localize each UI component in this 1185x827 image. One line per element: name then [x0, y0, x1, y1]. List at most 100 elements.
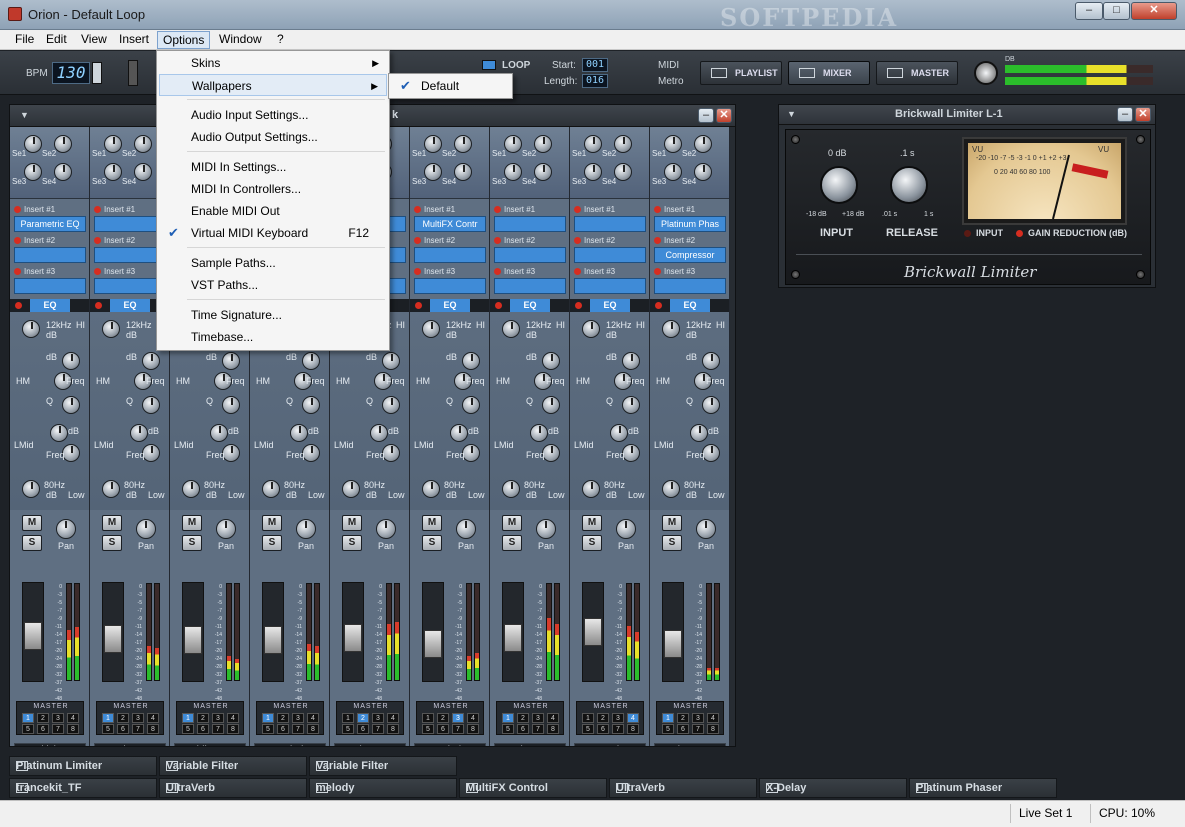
fader-cap[interactable] — [424, 630, 442, 658]
eq-power-icon[interactable] — [415, 302, 422, 309]
solo-button[interactable]: S — [582, 535, 602, 551]
eq-knob[interactable] — [462, 352, 480, 370]
insert-power-icon[interactable] — [654, 206, 661, 213]
plugin-strip[interactable]: Platinum Limiter — [9, 756, 157, 776]
mute-button[interactable]: M — [342, 515, 362, 531]
restore-icon[interactable] — [316, 783, 328, 793]
eq-knob[interactable] — [182, 480, 200, 498]
eq-knob[interactable] — [370, 424, 388, 442]
insert-power-icon[interactable] — [14, 237, 21, 244]
eq-knob[interactable] — [502, 320, 520, 338]
eq-knob[interactable] — [290, 424, 308, 442]
menu-item-midi-in[interactable]: MIDI In Settings... — [159, 156, 387, 178]
send-knob[interactable] — [694, 163, 712, 181]
plugin-strip[interactable]: trancekit_TF — [9, 778, 157, 798]
insert-power-icon[interactable] — [14, 206, 21, 213]
fader-cap[interactable] — [664, 630, 682, 658]
insert-plugin-field[interactable] — [574, 216, 646, 232]
limiter-minimize-button[interactable]: – — [1117, 107, 1133, 122]
plugin-strip[interactable]: UltraVerb — [609, 778, 757, 798]
solo-button[interactable]: S — [102, 535, 122, 551]
routing-button-8[interactable]: 8 — [547, 724, 559, 734]
insert-plugin-field[interactable]: Parametric EQ — [14, 216, 86, 232]
routing-button-4[interactable]: 4 — [547, 713, 559, 723]
routing-button-4[interactable]: 4 — [387, 713, 399, 723]
routing-button-5[interactable]: 5 — [502, 724, 514, 734]
routing-button-8[interactable]: 8 — [147, 724, 159, 734]
routing-button-7[interactable]: 7 — [212, 724, 224, 734]
routing-button-1[interactable]: 1 — [422, 713, 434, 723]
routing-button-5[interactable]: 5 — [662, 724, 674, 734]
routing-button-7[interactable]: 7 — [452, 724, 464, 734]
menu-edit[interactable]: Edit — [41, 31, 72, 49]
start-display[interactable]: 001 — [582, 58, 608, 72]
eq-knob[interactable] — [582, 480, 600, 498]
eq-knob[interactable] — [142, 444, 160, 462]
pan-knob[interactable] — [696, 519, 716, 539]
solo-button[interactable]: S — [502, 535, 522, 551]
routing-button-8[interactable]: 8 — [467, 724, 479, 734]
send-knob[interactable] — [24, 163, 42, 181]
pan-knob[interactable] — [456, 519, 476, 539]
eq-knob[interactable] — [262, 480, 280, 498]
eq-knob[interactable] — [422, 320, 440, 338]
routing-button-1[interactable]: 1 — [22, 713, 34, 723]
eq-knob[interactable] — [622, 352, 640, 370]
menu-item-sample-paths[interactable]: Sample Paths... — [159, 252, 387, 274]
routing-button-4[interactable]: 4 — [307, 713, 319, 723]
pan-knob[interactable] — [56, 519, 76, 539]
mute-button[interactable]: M — [582, 515, 602, 531]
volume-fader[interactable] — [662, 582, 684, 682]
menu-help[interactable]: ? — [272, 31, 289, 49]
menu-item-midi-controllers[interactable]: MIDI In Controllers... — [159, 178, 387, 200]
insert-power-icon[interactable] — [494, 206, 501, 213]
plugin-strip[interactable]: Variable Filter — [159, 756, 307, 776]
routing-button-7[interactable]: 7 — [52, 724, 64, 734]
send-knob[interactable] — [454, 163, 472, 181]
routing-button-7[interactable]: 7 — [292, 724, 304, 734]
routing-button-1[interactable]: 1 — [662, 713, 674, 723]
eq-knob[interactable] — [130, 424, 148, 442]
eq-knob[interactable] — [462, 444, 480, 462]
routing-button-4[interactable]: 4 — [627, 713, 639, 723]
mute-button[interactable]: M — [22, 515, 42, 531]
channel-name[interactable]: hihats — [174, 743, 246, 746]
eq-power-icon[interactable] — [495, 302, 502, 309]
mute-button[interactable]: M — [502, 515, 522, 531]
routing-button-2[interactable]: 2 — [277, 713, 289, 723]
routing-button-2[interactable]: 2 — [37, 713, 49, 723]
eq-knob[interactable] — [222, 352, 240, 370]
send-knob[interactable] — [694, 135, 712, 153]
insert-plugin-field[interactable]: Platinum Phas — [654, 216, 726, 232]
restore-icon[interactable] — [466, 783, 478, 793]
routing-button-5[interactable]: 5 — [422, 724, 434, 734]
solo-button[interactable]: S — [182, 535, 202, 551]
send-knob[interactable] — [104, 163, 122, 181]
mute-button[interactable]: M — [262, 515, 282, 531]
master-button[interactable]: MASTER — [876, 61, 958, 85]
volume-fader[interactable] — [502, 582, 524, 682]
send-knob[interactable] — [104, 135, 122, 153]
insert-plugin-field[interactable] — [414, 247, 486, 263]
routing-button-1[interactable]: 1 — [102, 713, 114, 723]
eq-knob[interactable] — [462, 396, 480, 414]
send-knob[interactable] — [584, 163, 602, 181]
insert-plugin-field[interactable] — [654, 278, 726, 294]
eq-power-icon[interactable] — [95, 302, 102, 309]
eq-knob[interactable] — [530, 424, 548, 442]
eq-knob[interactable] — [142, 396, 160, 414]
insert-plugin-field[interactable] — [414, 278, 486, 294]
fader-cap[interactable] — [184, 626, 202, 654]
routing-button-2[interactable]: 2 — [517, 713, 529, 723]
mute-button[interactable]: M — [662, 515, 682, 531]
menu-item-virtual-midi-keyboard[interactable]: ✔ Virtual MIDI Keyboard F12 — [159, 222, 387, 244]
insert-plugin-field[interactable] — [494, 278, 566, 294]
minimize-button[interactable]: – — [1075, 2, 1103, 20]
send-knob[interactable] — [664, 135, 682, 153]
input-knob[interactable] — [820, 166, 858, 204]
menu-item-vst-paths[interactable]: VST Paths... — [159, 274, 387, 296]
routing-button-8[interactable]: 8 — [707, 724, 719, 734]
fader-cap[interactable] — [584, 618, 602, 646]
send-knob[interactable] — [504, 163, 522, 181]
insert-power-icon[interactable] — [14, 268, 21, 275]
